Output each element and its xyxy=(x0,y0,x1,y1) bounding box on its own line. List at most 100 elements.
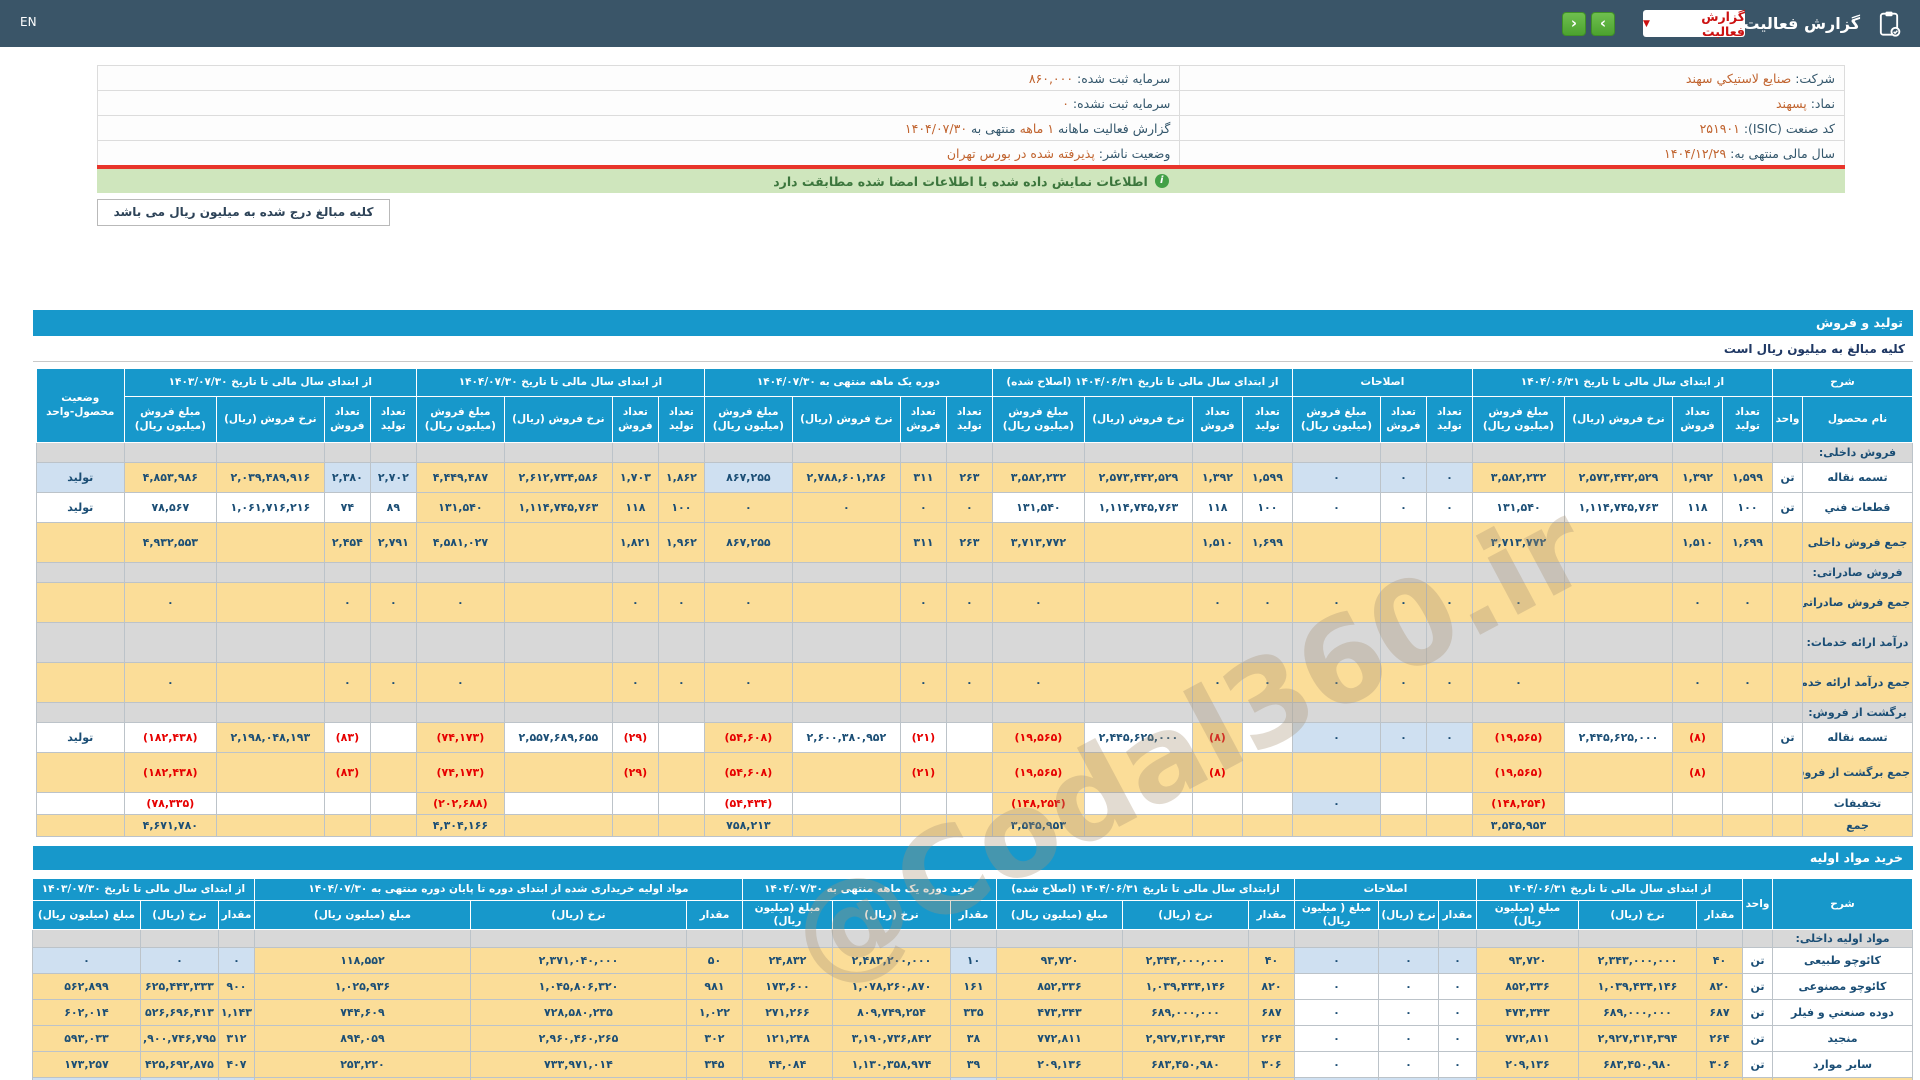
cell-value: ۰ xyxy=(1405,980,1412,993)
cell-value: ۳,۷۱۳,۷۷۲ xyxy=(1011,536,1066,549)
value-cell: ۱,۵۹۹ xyxy=(1242,463,1292,493)
unit-cell: تن xyxy=(1743,974,1773,1000)
production-sales-bar: تولید و فروش xyxy=(33,310,1913,336)
value-cell: ۶۸۹,۰۰۰,۰۰۰ xyxy=(1122,1000,1248,1026)
language-toggle[interactable]: EN xyxy=(20,15,37,29)
cell-value: ۳۴۵ xyxy=(704,1058,724,1071)
cell-value: ۰ xyxy=(1035,596,1042,609)
million-rial-note: کلیه مبالغ به میلیون ریال است xyxy=(33,336,1913,362)
value-cell: ۱۱۸,۵۵۲ xyxy=(254,948,470,974)
column-sub-header: تعداد فروش xyxy=(1673,397,1723,443)
value-cell: ۲,۴۸۳,۲۰۰,۰۰۰ xyxy=(832,948,950,974)
next-report-button[interactable]: › xyxy=(1591,12,1615,36)
section-cell xyxy=(1292,443,1380,463)
clipboard-icon xyxy=(1875,9,1903,41)
value-cell: ۰ xyxy=(1426,583,1472,623)
value-cell: ۲,۹۲۷,۳۱۴,۳۹۴ xyxy=(1122,1026,1248,1052)
value-cell xyxy=(1242,793,1292,815)
cell-value: ۰ xyxy=(344,596,351,609)
value-cell: ۰ xyxy=(1379,1000,1439,1026)
section-cell xyxy=(416,703,504,723)
cell-value: تسمه نقاله xyxy=(1827,471,1887,484)
info-cell-right: سال مالی منتهی به: ۱۴۰۴/۱۲/۲۹ xyxy=(1180,141,1845,166)
section-cell xyxy=(658,703,704,723)
info-cell-left: سرمایه ثبت شده: ۸۶۰,۰۰۰ xyxy=(98,66,1180,91)
value-cell: ۵۶۲,۸۹۹ xyxy=(32,974,140,1000)
section-cell xyxy=(216,443,324,463)
cell-value: ۱,۰۳۹,۴۳۴,۱۴۶ xyxy=(1598,980,1678,993)
raw-materials-bar: خرید مواد اولیه xyxy=(33,846,1913,870)
cell-value: (۲۱) xyxy=(912,766,936,779)
value-cell: ۱,۹۶۲ xyxy=(658,523,704,563)
column-sub-header: مبلغ فروش (میلیون ریال) xyxy=(124,397,216,443)
value-cell: ۲,۶۱۲,۷۳۴,۵۸۶ xyxy=(504,463,612,493)
cell-value: (۱۹,۵۶۵) xyxy=(1495,766,1543,779)
column-sub-header: مبلغ فروش (میلیون ریال) xyxy=(416,397,504,443)
report-type-dropdown[interactable]: گزارش فعالیت ▼ xyxy=(1643,10,1745,37)
value-cell: ۸۹ xyxy=(370,493,416,523)
cell-value: (۱۸۲,۴۳۸) xyxy=(143,766,198,779)
product-name-cell: جمع فروش داخلی xyxy=(1803,523,1913,563)
cell-value: ۳,۱۹۰,۷۳۶,۸۴۲ xyxy=(852,1032,932,1045)
value-cell: ۴۰ xyxy=(1697,948,1743,974)
value-cell xyxy=(1723,723,1773,753)
value-cell: ۱,۵۹۹ xyxy=(1723,463,1773,493)
value-cell: ۱,۰۲۲ xyxy=(686,1000,742,1026)
section-cell xyxy=(900,443,946,463)
value-cell xyxy=(1380,523,1426,563)
cell-value: ۰ xyxy=(1454,1058,1461,1071)
value-cell: ۰ xyxy=(946,493,992,523)
cell-value: (۱۹,۵۶۵) xyxy=(1495,731,1543,744)
previous-report-button[interactable]: ‹ xyxy=(1562,12,1586,36)
cell-value: ۱۰ xyxy=(967,954,980,967)
cell-value: ۳,۵۸۲,۲۳۲ xyxy=(1011,471,1066,484)
cell-value: ۴,۶۷۱,۷۸۰ xyxy=(143,819,198,832)
value-cell: ۳۸ xyxy=(950,1026,996,1052)
cell-value: ۶۸۷ xyxy=(1709,1006,1729,1019)
cell-value: ۴,۸۵۳,۹۸۶ xyxy=(143,471,198,484)
value-cell xyxy=(792,753,900,793)
value-cell: ۱۱۸ xyxy=(1192,493,1242,523)
section-cell xyxy=(1472,623,1564,663)
value-cell: ۰ xyxy=(612,583,658,623)
value-cell: ۰ xyxy=(900,663,946,703)
value-cell: ۰ xyxy=(1379,974,1439,1000)
cell-value: ۳۱۱ xyxy=(913,471,933,484)
value-cell: (۷۴,۱۷۳) xyxy=(416,753,504,793)
value-cell: (۱۹,۵۶۵) xyxy=(1472,753,1564,793)
value-cell xyxy=(1426,793,1472,815)
value-cell: ۴,۳۰۴,۱۶۶ xyxy=(416,815,504,837)
section-cell xyxy=(416,563,504,583)
cell-value: ۴۷۳,۳۴۳ xyxy=(1037,1006,1081,1019)
value-cell xyxy=(1565,793,1673,815)
value-cell: ۳۴۵ xyxy=(686,1052,742,1078)
value-cell: ۳۰۶ xyxy=(1248,1052,1294,1078)
value-cell xyxy=(658,793,704,815)
cell-value: دوده صنعتي و فیلر xyxy=(1791,1006,1894,1019)
unit-cell xyxy=(1773,663,1803,703)
value-cell: (۲۹) xyxy=(612,753,658,793)
value-cell: ۱,۰۶۱,۷۱۶,۲۱۶ xyxy=(216,493,324,523)
value-cell: ۱۲۱,۲۴۸ xyxy=(742,1026,832,1052)
section-cell xyxy=(1565,443,1673,463)
cell-value: ۱,۷۰۳ xyxy=(620,471,651,484)
section-cell xyxy=(1426,443,1472,463)
value-cell: ۱۳۱,۵۴۰ xyxy=(1472,493,1564,523)
status-cell: تولید xyxy=(36,723,124,753)
value-cell xyxy=(504,523,612,563)
section-cell xyxy=(1242,623,1292,663)
section-cell xyxy=(1673,703,1723,723)
value-cell: ۰ xyxy=(370,583,416,623)
column-sub-header: نرخ (ریال) xyxy=(140,901,218,930)
column-sub-header: مبلغ (میلیون ریال) xyxy=(254,901,470,930)
cell-value: ۷۳۳,۹۷۱,۰۱۴ xyxy=(544,1058,613,1071)
column-sub-header: تعداد تولید xyxy=(946,397,992,443)
cell-value: جمع فروش داخلی xyxy=(1808,536,1908,549)
value-cell: ۶۸۳,۴۵۰,۹۸۰ xyxy=(1122,1052,1248,1078)
cell-value: (۸) xyxy=(1689,766,1706,779)
company-info-table: شرکت: صنایع لاستیکي سهند سرمایه ثبت شده:… xyxy=(97,65,1845,166)
cell-value: ۱,۵۹۹ xyxy=(1252,471,1283,484)
cell-value: تخفیفات xyxy=(1834,797,1882,810)
value-cell: ۳۱۱ xyxy=(900,463,946,493)
value-cell xyxy=(1242,815,1292,837)
